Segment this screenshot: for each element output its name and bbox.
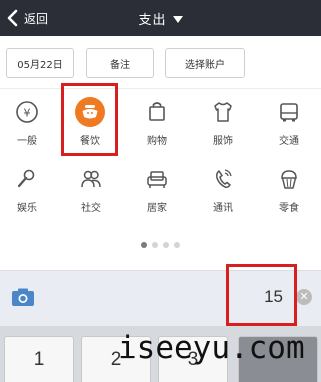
category-shopping[interactable]: 购物	[127, 91, 187, 155]
yen-circle-icon: ¥	[16, 101, 38, 123]
note-button[interactable]: 备注	[86, 48, 154, 78]
selected-category-highlight	[61, 83, 118, 156]
key-1[interactable]: 1	[4, 336, 74, 382]
page-dot[interactable]	[174, 242, 180, 248]
category-label: 社交	[81, 203, 101, 214]
category-panel: 05月22日 备注 选择账户 ¥ 一般 餐饮 购物 服饰 交通 娱乐 社交 居家…	[0, 36, 321, 270]
category-label: 服饰	[213, 136, 233, 147]
title-text: 支出	[138, 13, 167, 28]
clear-icon[interactable]: ✕	[296, 289, 312, 305]
page-title[interactable]: 支出	[0, 9, 321, 28]
amount-highlight	[226, 264, 297, 326]
category-label: 娱乐	[17, 203, 37, 214]
phone-icon	[216, 169, 232, 188]
svg-text:¥: ¥	[24, 107, 31, 120]
page-dot[interactable]	[163, 242, 169, 248]
camera-icon[interactable]	[11, 287, 35, 307]
account-button[interactable]: 选择账户	[165, 48, 245, 78]
category-home[interactable]: 居家	[127, 158, 187, 222]
category-communication[interactable]: 通讯	[193, 158, 253, 222]
category-label: 一般	[17, 136, 37, 147]
page-dot[interactable]	[141, 242, 147, 248]
page-indicator[interactable]	[0, 242, 321, 250]
category-label: 通讯	[213, 203, 233, 214]
shirt-icon	[214, 102, 232, 122]
category-snacks[interactable]: 零食	[259, 158, 319, 222]
shopping-bag-icon	[149, 102, 165, 121]
sofa-icon	[147, 171, 167, 188]
page-dot[interactable]	[152, 242, 158, 248]
caret-down-icon	[172, 16, 183, 23]
microphone-icon	[17, 169, 35, 188]
category-social[interactable]: 社交	[61, 158, 121, 222]
people-icon	[81, 170, 101, 188]
bus-icon	[280, 103, 298, 122]
cupcake-icon	[281, 170, 297, 189]
category-entertainment[interactable]: 娱乐	[0, 158, 57, 222]
category-transport[interactable]: 交通	[259, 91, 319, 155]
category-label: 购物	[147, 136, 167, 147]
category-general[interactable]: ¥ 一般	[0, 91, 57, 155]
category-label: 零食	[279, 203, 299, 214]
category-clothing[interactable]: 服饰	[193, 91, 253, 155]
category-label: 交通	[279, 136, 299, 147]
divider	[0, 88, 321, 89]
top-bar: 返回 支出	[0, 0, 321, 36]
date-button[interactable]: 05月22日	[6, 48, 74, 78]
category-label: 居家	[147, 203, 167, 214]
watermark: iseeyu.com	[118, 330, 305, 366]
